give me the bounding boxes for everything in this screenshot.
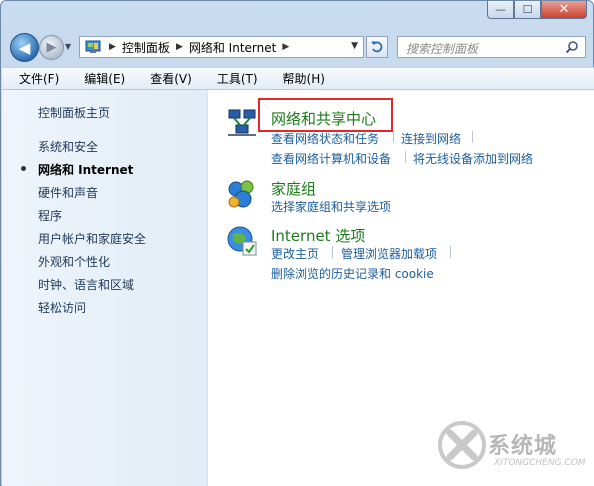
link-divider bbox=[450, 246, 451, 258]
forward-button[interactable]: ▶ bbox=[39, 35, 64, 60]
breadcrumb-separator[interactable]: ▶ bbox=[107, 42, 122, 52]
current-item-bullet bbox=[21, 166, 26, 171]
watermark: 系统城 XITONGCHENG.COM bbox=[436, 414, 586, 480]
breadcrumb-separator[interactable]: ▶ bbox=[174, 42, 189, 52]
back-button[interactable]: ◀ bbox=[10, 33, 39, 62]
search-box[interactable]: 搜索控制面板 bbox=[397, 36, 586, 58]
link-add-wireless-device[interactable]: 将无线设备添加到网络 bbox=[413, 150, 533, 167]
category-internet-options[interactable]: Internet 选项 bbox=[271, 225, 365, 246]
link-divider bbox=[393, 131, 394, 143]
link-connect-to-network[interactable]: 连接到网络 bbox=[401, 130, 461, 147]
breadcrumb-network-internet[interactable]: 网络和 Internet bbox=[189, 39, 280, 56]
link-view-network-status[interactable]: 查看网络状态和任务 bbox=[271, 130, 379, 147]
caption-buttons: — ☐ ✕ bbox=[487, 1, 587, 21]
sidebar-control-panel-home[interactable]: 控制面板主页 bbox=[38, 104, 110, 121]
navigation-bar: ◀ ▶ ▼ ▶ 控制面板 ▶ 网络和 Internet ▶ ▼ 搜索控制面板 bbox=[1, 31, 594, 63]
sidebar-item-user-accounts[interactable]: 用户帐户和家庭安全 bbox=[38, 230, 146, 247]
link-choose-homegroup-options[interactable]: 选择家庭组和共享选项 bbox=[271, 198, 391, 215]
content-area: 控制面板主页 系统和安全 网络和 Internet 硬件和声音 程序 用户帐户和… bbox=[2, 90, 594, 486]
link-divider bbox=[405, 151, 406, 163]
sidebar-item-system-security[interactable]: 系统和安全 bbox=[38, 138, 98, 155]
link-delete-browsing-history[interactable]: 删除浏览的历史记录和 cookie bbox=[271, 265, 434, 282]
internet-options-icon bbox=[227, 226, 257, 256]
address-dropdown-icon[interactable]: ▼ bbox=[351, 41, 358, 51]
search-icon[interactable] bbox=[565, 40, 579, 54]
control-panel-icon bbox=[85, 40, 101, 53]
minimize-button[interactable]: — bbox=[487, 1, 514, 19]
breadcrumb-control-panel[interactable]: 控制面板 bbox=[122, 39, 174, 56]
menu-edit[interactable]: 编辑(E) bbox=[68, 70, 134, 87]
link-manage-addons[interactable]: 管理浏览器加载项 bbox=[341, 245, 437, 262]
watermark-url: XITONGCHENG.COM bbox=[494, 458, 586, 468]
menu-view[interactable]: 查看(V) bbox=[134, 70, 201, 87]
address-bar[interactable]: ▶ 控制面板 ▶ 网络和 Internet ▶ ▼ bbox=[79, 36, 364, 58]
menu-help[interactable]: 帮助(H) bbox=[267, 70, 334, 87]
link-change-homepage[interactable]: 更改主页 bbox=[271, 245, 319, 262]
recent-pages-dropdown-icon[interactable]: ▼ bbox=[65, 42, 75, 52]
menu-tools[interactable]: 工具(T) bbox=[201, 70, 267, 87]
sidebar-item-hardware-sound[interactable]: 硬件和声音 bbox=[38, 184, 98, 201]
refresh-icon bbox=[371, 41, 383, 53]
refresh-button[interactable] bbox=[366, 36, 388, 58]
sidebar-item-network-internet: 网络和 Internet bbox=[38, 163, 134, 177]
search-placeholder: 搜索控制面板 bbox=[406, 42, 479, 56]
sidebar-item-programs[interactable]: 程序 bbox=[38, 207, 62, 224]
explorer-window: — ☐ ✕ ◀ ▶ ▼ ▶ 控制面板 ▶ 网络和 Internet ▶ ▼ 搜索… bbox=[0, 0, 594, 486]
maximize-button[interactable]: ☐ bbox=[514, 1, 541, 19]
link-view-network-computers[interactable]: 查看网络计算机和设备 bbox=[271, 150, 391, 167]
sidebar-item-clock-language[interactable]: 时钟、语言和区域 bbox=[38, 276, 134, 293]
sidebar: 控制面板主页 系统和安全 网络和 Internet 硬件和声音 程序 用户帐户和… bbox=[2, 90, 208, 486]
breadcrumb-separator[interactable]: ▶ bbox=[280, 42, 295, 52]
highlight-box bbox=[258, 98, 393, 132]
watermark-logo-icon bbox=[438, 421, 486, 469]
link-divider bbox=[472, 131, 473, 143]
menu-bar: 文件(F) 编辑(E) 查看(V) 工具(T) 帮助(H) bbox=[2, 67, 594, 90]
sidebar-item-ease-of-access[interactable]: 轻松访问 bbox=[38, 299, 86, 316]
network-center-icon bbox=[228, 109, 256, 136]
watermark-text: 系统城 bbox=[488, 434, 558, 459]
homegroup-icon bbox=[228, 180, 254, 208]
main-panel: 网络和共享中心 查看网络状态和任务 连接到网络 查看网络计算机和设备 将无线设备… bbox=[208, 90, 594, 486]
menu-file[interactable]: 文件(F) bbox=[2, 70, 68, 87]
category-homegroup[interactable]: 家庭组 bbox=[271, 178, 316, 199]
sidebar-item-appearance[interactable]: 外观和个性化 bbox=[38, 253, 110, 270]
link-divider bbox=[332, 246, 333, 258]
close-button[interactable]: ✕ bbox=[541, 1, 587, 19]
